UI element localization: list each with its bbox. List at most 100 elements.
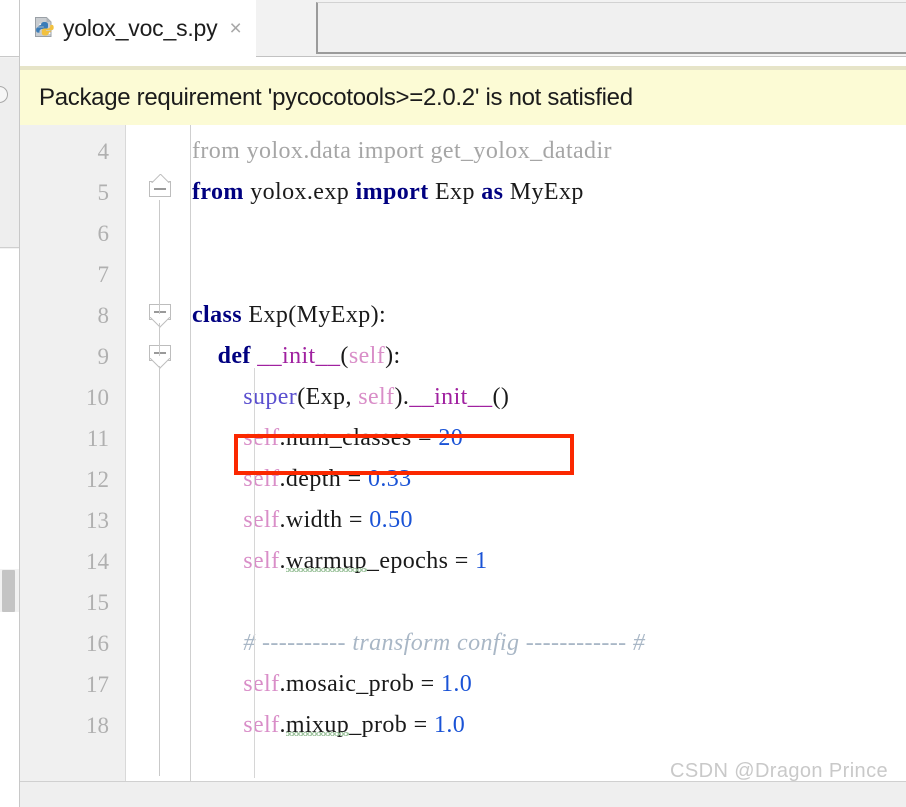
line-number: 6 [97,221,110,246]
code-token: 1.0 [433,712,466,738]
pycharm-editor-window: yolox_voc_s.py × Package requirement 'py… [0,0,906,807]
code-line[interactable]: self.depth = 0.33 [192,459,412,500]
line-number-gutter[interactable]: 4 5 6 7 8 9 10 11 12 13 14 15 16 17 18 [20,125,126,781]
code-line[interactable]: self.warmup_epochs = 1 [192,541,488,582]
fold-rail [159,323,160,356]
code-text-area[interactable]: from yolox.data import get_yolox_datadir… [192,125,906,781]
code-line[interactable]: self.mosaic_prob = 1.0 [192,664,472,705]
minus-icon [154,188,166,191]
code-line[interactable]: def __init__(self): [192,336,401,377]
code-token: 1.0 [440,671,473,697]
code-line[interactable]: from yolox.data import get_yolox_datadir [192,131,612,172]
line-number: 15 [86,590,109,615]
fold-marker-tip [149,317,171,328]
code-token: self [358,384,395,410]
minus-icon [154,352,166,355]
left-strip-top-segment [0,0,19,57]
tab-yolox-voc-s-py[interactable]: yolox_voc_s.py × [20,0,256,57]
close-icon[interactable]: × [229,18,241,39]
line-number: 16 [86,631,109,656]
minus-icon [154,311,166,314]
code-token: ): [385,343,401,369]
code-token: def [217,343,258,369]
code-token: _epochs = [366,548,476,574]
fold-marker-cap [149,174,171,183]
code-token: self [243,425,280,451]
code-token: Exp(MyExp): [248,302,387,328]
code-line[interactable]: from yolox.exp import Exp as MyExp [192,172,584,213]
tab-bar-empty-area [316,2,906,54]
fold-marker-tip [149,358,171,369]
line-number: 9 [97,344,110,369]
code-token: 0.33 [367,466,412,492]
code-token: () [492,384,510,410]
python-file-icon [32,16,57,41]
line-number: 10 [86,385,109,410]
fold-marker[interactable] [149,345,171,367]
code-token: super [243,384,298,410]
code-token: self [348,343,386,369]
fold-marker[interactable] [149,181,171,203]
code-token: from [192,138,247,164]
tab-label: yolox_voc_s.py [63,14,218,41]
line-number: 5 [97,180,110,205]
code-folding-column[interactable] [127,125,191,781]
code-token: # ---------- transform config ----------… [243,630,646,656]
code-token: class [192,302,249,328]
fold-marker[interactable] [149,304,171,326]
code-token: self [243,548,280,574]
code-token: ). [394,384,410,410]
code-token: .depth = [279,466,368,492]
code-token: (Exp, [297,384,359,410]
code-token: ( [340,343,349,369]
code-editor[interactable]: 4 5 6 7 8 9 10 11 12 13 14 15 16 17 18 from yolox.data… [20,125,906,781]
line-number: 7 [97,262,110,287]
code-line[interactable]: class Exp(MyExp): [192,295,386,336]
code-token: self [243,466,280,492]
code-token: self [243,712,280,738]
code-token: self [243,671,280,697]
code-line[interactable]: super(Exp, self).__init__() [192,377,509,418]
code-token: .mosaic_prob = [279,671,441,697]
code-token: self [243,507,280,533]
fold-rail [159,200,160,314]
code-token: import [355,179,435,205]
line-number: 17 [86,672,109,697]
left-strip-lower-segment [0,612,19,807]
code-token: 0.50 [369,507,413,533]
package-requirement-notification[interactable]: Package requirement 'pycocotools>=2.0.2'… [20,70,906,125]
line-number: 8 [97,303,110,328]
code-token: .num_classes = [279,425,439,451]
code-line[interactable]: self.mixup_prob = 1.0 [192,705,465,746]
code-token: 20 [438,425,464,451]
code-line[interactable]: # ---------- transform config ----------… [192,623,645,664]
code-line[interactable]: self.num_classes = 20 [192,418,463,459]
code-token: __init__ [257,343,341,369]
line-number: 12 [86,467,109,492]
line-number: 11 [86,426,109,451]
code-token: mixup [285,712,350,738]
code-token: .width = [279,507,370,533]
code-token: __init__ [409,384,493,410]
code-token: _prob = [349,712,434,738]
left-strip-middle-segment [0,249,19,569]
left-tool-strip[interactable] [0,0,20,807]
code-token: warmup [285,548,367,574]
code-token: yolox.data [246,138,358,164]
code-token: from [192,179,251,205]
line-number: 4 [97,139,110,164]
code-line[interactable]: self.width = 0.50 [192,500,413,541]
code-token: MyExp [509,179,584,205]
fold-rail [159,366,160,776]
left-scrollbar-thumb[interactable] [2,570,15,612]
editor-bottom-strip [20,781,906,807]
indent-guide [254,368,255,778]
csdn-watermark: CSDN @Dragon Prince [670,760,888,782]
